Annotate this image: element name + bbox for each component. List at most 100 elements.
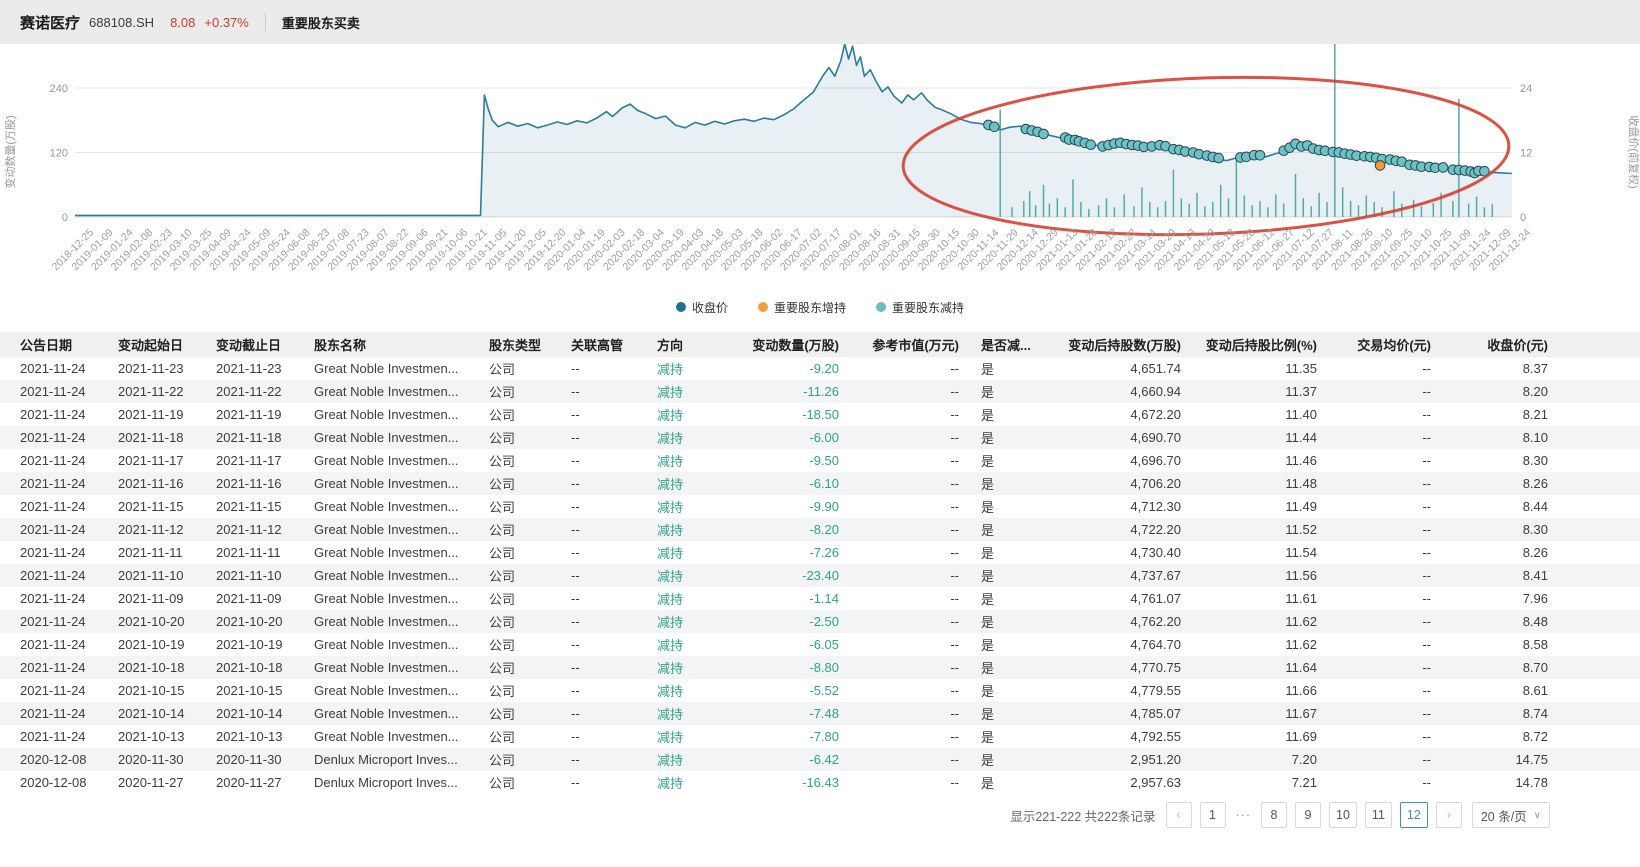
chart-canvas[interactable]: 0120240变动数量(万股)01224收盘价(前复权)2018-12-2520… — [0, 44, 1640, 294]
table-cell: 4,730.40 — [1051, 541, 1183, 564]
table-cell: 2020-12-08 — [0, 748, 98, 771]
chart-legend: 收盘价 重要股东增持 重要股东减持 — [0, 294, 1640, 320]
table-cell: 2,951.20 — [1051, 748, 1183, 771]
table-row[interactable]: 2021-11-242021-11-182021-11-18Great Nobl… — [0, 426, 1640, 449]
table-cell: 4,779.55 — [1051, 679, 1183, 702]
table-cell: -- — [1319, 426, 1433, 449]
table-row[interactable]: 2021-11-242021-11-222021-11-22Great Nobl… — [0, 380, 1640, 403]
table-cell: -- — [551, 725, 637, 748]
table-row[interactable]: 2021-11-242021-10-152021-10-15Great Nobl… — [0, 679, 1640, 702]
table-row[interactable]: 2021-11-242021-10-142021-10-14Great Nobl… — [0, 702, 1640, 725]
table-cell: 4,690.70 — [1051, 426, 1183, 449]
column-header-11: 变动后持股比例(%) — [1183, 332, 1319, 357]
table-cell-filler — [1550, 426, 1640, 449]
table-cell: -8.20 — [723, 518, 841, 541]
stock-change: +0.37% — [204, 15, 248, 30]
table-row[interactable]: 2021-11-242021-11-092021-11-09Great Nobl… — [0, 587, 1640, 610]
right-axis: 01224收盘价(前复权) — [1520, 83, 1640, 224]
table-cell: 2021-11-24 — [0, 702, 98, 725]
table-cell: 是 — [961, 748, 1051, 771]
table-cell: 2020-12-08 — [0, 771, 98, 794]
table-cell: -18.50 — [723, 403, 841, 426]
table-cell: 8.26 — [1433, 472, 1550, 495]
table-cell: 减持 — [637, 587, 723, 610]
column-header-12: 交易均价(元) — [1319, 332, 1433, 357]
table-cell: 4,770.75 — [1051, 656, 1183, 679]
table-cell: 公司 — [469, 702, 551, 725]
pagination-page-11[interactable]: 11 — [1365, 802, 1392, 828]
table-row[interactable]: 2021-11-242021-11-172021-11-17Great Nobl… — [0, 449, 1640, 472]
table-cell: 减持 — [637, 633, 723, 656]
table-cell: 2021-11-11 — [196, 541, 294, 564]
table-cell: 2021-10-14 — [196, 702, 294, 725]
table-cell: 2021-10-15 — [196, 679, 294, 702]
svg-text:120: 120 — [50, 148, 68, 160]
table-cell: -7.26 — [723, 541, 841, 564]
table-cell: 2020-11-27 — [196, 771, 294, 794]
table-cell: -- — [841, 610, 961, 633]
table-cell: 4,672.20 — [1051, 403, 1183, 426]
table-row[interactable]: 2021-11-242021-11-112021-11-11Great Nobl… — [0, 541, 1640, 564]
table-cell: 2021-11-23 — [196, 357, 294, 380]
shareholder-table: 公告日期变动起始日变动截止日股东名称股东类型关联高管方向变动数量(万股)参考市值… — [0, 332, 1640, 794]
table-row[interactable]: 2021-11-242021-11-192021-11-19Great Nobl… — [0, 403, 1640, 426]
table-header-row: 公告日期变动起始日变动截止日股东名称股东类型关联高管方向变动数量(万股)参考市值… — [0, 332, 1640, 357]
table-cell: 8.74 — [1433, 702, 1550, 725]
column-header-0: 公告日期 — [0, 332, 98, 357]
table-row[interactable]: 2021-11-242021-11-152021-11-15Great Nobl… — [0, 495, 1640, 518]
table-cell: -1.14 — [723, 587, 841, 610]
table-cell: 减持 — [637, 725, 723, 748]
table-cell: -- — [1319, 380, 1433, 403]
table-cell: -- — [551, 380, 637, 403]
table-cell: -- — [1319, 656, 1433, 679]
table-cell: 减持 — [637, 426, 723, 449]
legend-item-0[interactable]: 收盘价 — [676, 299, 728, 316]
tab-important-shareholder-trading[interactable]: 重要股东买卖 — [282, 13, 360, 32]
table-cell: -- — [841, 403, 961, 426]
pagination-page-12[interactable]: 12 — [1400, 802, 1428, 828]
table-cell: 是 — [961, 403, 1051, 426]
table-row[interactable]: 2021-11-242021-10-132021-10-13Great Nobl… — [0, 725, 1640, 748]
table-cell: 2021-11-24 — [0, 403, 98, 426]
column-header-13: 收盘价(元) — [1433, 332, 1550, 357]
table-row[interactable]: 2021-11-242021-11-162021-11-16Great Nobl… — [0, 472, 1640, 495]
table-row[interactable]: 2020-12-082020-11-272020-11-27Denlux Mic… — [0, 771, 1640, 794]
table-cell: Great Noble Investmen... — [294, 403, 469, 426]
table-cell: 11.69 — [1183, 725, 1319, 748]
table-row[interactable]: 2020-12-082020-11-302020-11-30Denlux Mic… — [0, 748, 1640, 771]
table-cell: 2021-11-18 — [196, 426, 294, 449]
table-cell: Great Noble Investmen... — [294, 426, 469, 449]
table-cell: -- — [551, 495, 637, 518]
pagination-page-8[interactable]: 8 — [1261, 802, 1287, 828]
table-cell: 减持 — [637, 403, 723, 426]
pagination-prev-button: ‹ — [1166, 802, 1192, 828]
table-cell: 是 — [961, 610, 1051, 633]
column-header-4: 股东类型 — [469, 332, 551, 357]
table-row[interactable]: 2021-11-242021-11-232021-11-23Great Nobl… — [0, 357, 1640, 380]
svg-text:收盘价(前复权): 收盘价(前复权) — [1627, 115, 1640, 188]
column-header-6: 方向 — [637, 332, 723, 357]
table-row[interactable]: 2021-11-242021-10-202021-10-20Great Nobl… — [0, 610, 1640, 633]
table-row[interactable]: 2021-11-242021-10-192021-10-19Great Nobl… — [0, 633, 1640, 656]
table-row[interactable]: 2021-11-242021-10-182021-10-18Great Nobl… — [0, 656, 1640, 679]
pagination-page-9[interactable]: 9 — [1295, 802, 1321, 828]
table-cell: 减持 — [637, 495, 723, 518]
table-cell: 2021-10-19 — [98, 633, 196, 656]
table-row[interactable]: 2021-11-242021-11-122021-11-12Great Nobl… — [0, 518, 1640, 541]
pagination-page-10[interactable]: 10 — [1329, 802, 1357, 828]
table-cell-filler — [1550, 633, 1640, 656]
column-header-3: 股东名称 — [294, 332, 469, 357]
table-cell: 14.75 — [1433, 748, 1550, 771]
table-cell: -- — [841, 633, 961, 656]
table-cell: Great Noble Investmen... — [294, 518, 469, 541]
pagination-ellipsis[interactable]: ··· — [1234, 808, 1254, 822]
legend-item-2[interactable]: 重要股东减持 — [876, 299, 964, 316]
table-cell-filler — [1550, 725, 1640, 748]
table-cell: Great Noble Investmen... — [294, 587, 469, 610]
table-cell: 2021-10-14 — [98, 702, 196, 725]
page-size-select[interactable]: 20 条/页 ∨ — [1472, 802, 1550, 828]
legend-item-1[interactable]: 重要股东增持 — [758, 299, 846, 316]
svg-text:240: 240 — [50, 83, 68, 95]
pagination-page-1[interactable]: 1 — [1200, 802, 1226, 828]
table-row[interactable]: 2021-11-242021-11-102021-11-10Great Nobl… — [0, 564, 1640, 587]
